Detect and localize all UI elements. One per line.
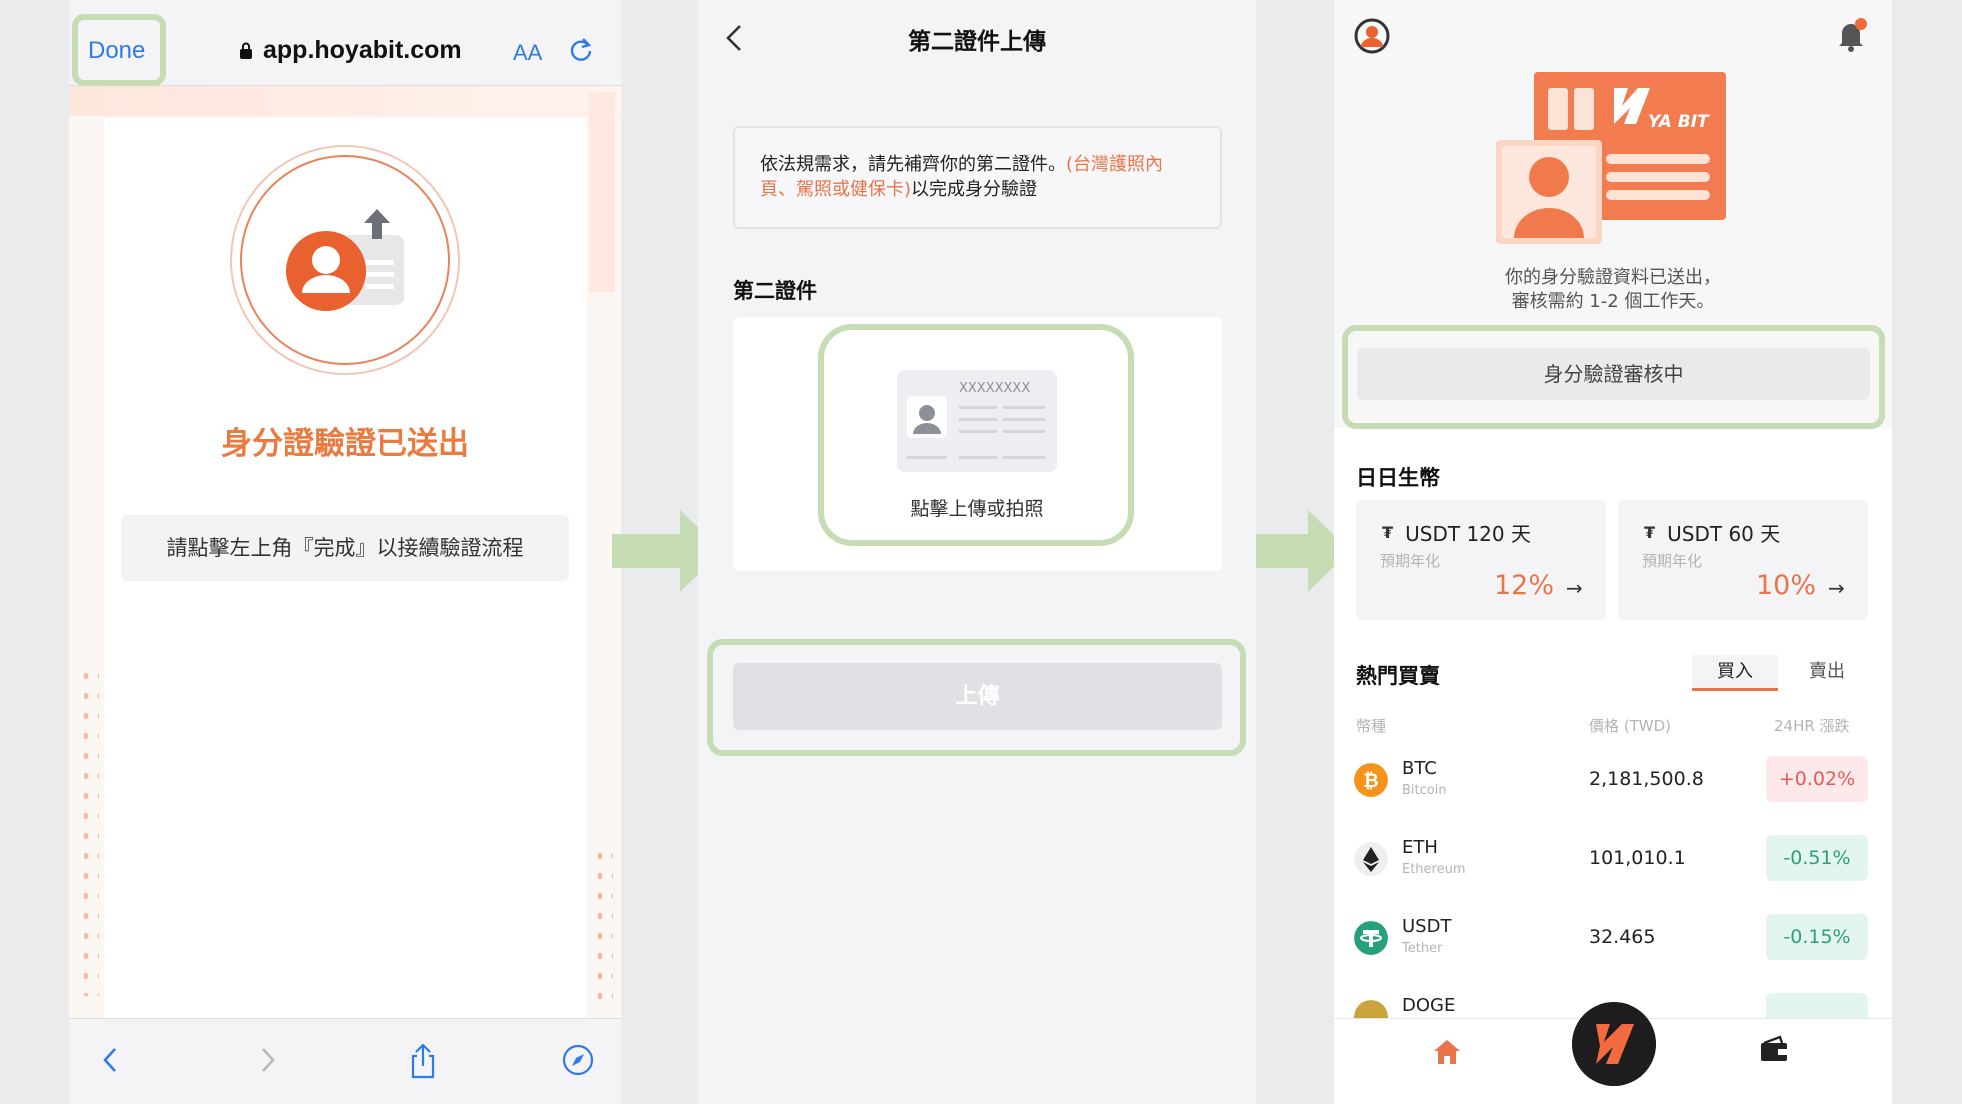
daily-earn-label: 日日生幣 <box>1356 466 1440 490</box>
page-title: 第二證件上傳 <box>908 29 1046 55</box>
forward-chevron-icon[interactable] <box>245 1037 291 1083</box>
text-size-button[interactable]: AA <box>513 40 542 66</box>
coin-name: Bitcoin <box>1402 783 1447 798</box>
compass-icon[interactable] <box>555 1037 601 1083</box>
share-icon[interactable] <box>400 1037 446 1083</box>
coin-price: 2,181,500.8 <box>1589 768 1704 790</box>
coin-symbol: BTC <box>1402 758 1437 779</box>
coin-name: Ethereum <box>1402 862 1466 877</box>
earn-rate: 12% <box>1494 570 1555 601</box>
decorative-dots <box>79 666 99 996</box>
done-button[interactable]: Done <box>88 37 145 65</box>
decorative-dots <box>593 846 613 1006</box>
url-text: app.hoyabit.com <box>263 36 462 64</box>
tab-buy[interactable]: 買入 <box>1692 655 1778 691</box>
earn-subtitle: 預期年化 <box>1642 552 1703 570</box>
earn-card[interactable]: ₮ USDT 120 天 預期年化 12% → <box>1356 500 1606 620</box>
coin-name: Tether <box>1402 941 1443 956</box>
coin-price: 101,010.1 <box>1589 847 1686 869</box>
browser-top-bar: Done app.hoyabit.com AA <box>69 0 621 86</box>
submitted-message: 你的身分驗證資料已送出， 審核需約 1-2 個工作天。 <box>1334 266 1892 314</box>
notice-text: 依法規需求，請先補齊你的第二證件。 <box>760 154 1066 175</box>
home-icon[interactable] <box>1432 1037 1462 1067</box>
coin-price: 32.465 <box>1589 926 1656 948</box>
address-bar[interactable]: app.hoyabit.com <box>239 36 462 65</box>
earn-name: USDT 120 天 <box>1405 522 1531 546</box>
section-label: 第二證件 <box>733 279 817 303</box>
upload-submit-button[interactable]: 上傳 <box>733 663 1222 730</box>
panel-browser-confirmation: Done app.hoyabit.com AA 身分證驗證已送出 請點擊左上角『… <box>69 0 621 1104</box>
coin-row[interactable]: ETH Ethereum 101,010.1 -0.51% <box>1334 829 1892 889</box>
decorative-band <box>69 86 621 116</box>
earn-subtitle: 預期年化 <box>1380 552 1441 570</box>
earn-title: ₮ USDT 60 天 <box>1644 518 1780 547</box>
upload-prompt[interactable]: 點擊上傳或拍照 <box>698 494 1256 521</box>
panel-app-home: YA BIT 你的身分驗證資料已送出， 審核需約 1-2 個工作天。 身分驗證審… <box>1334 0 1892 1104</box>
ethereum-icon <box>1354 842 1388 876</box>
tab-sell[interactable]: 賣出 <box>1784 655 1870 691</box>
arrow-right-icon: → <box>1828 576 1845 600</box>
arrow-right-icon: → <box>1566 576 1583 600</box>
notice-text: 以完成身分驗證 <box>911 179 1038 200</box>
panel-second-id-upload: 第二證件上傳 依法規需求，請先補齊你的第二證件。(台灣護照內頁、駕照或健保卡)以… <box>698 0 1256 1104</box>
column-header: 幣種 <box>1356 717 1387 735</box>
earn-name: USDT 60 天 <box>1667 522 1781 546</box>
change-badge <box>1766 993 1868 1018</box>
brand-logo-fab-icon[interactable] <box>1572 1002 1656 1086</box>
change-badge: -0.15% <box>1766 914 1868 960</box>
coin-symbol: DOGE <box>1402 995 1456 1016</box>
card-placeholder: XXXXXXXX <box>959 381 1030 396</box>
browser-bottom-toolbar <box>69 1018 621 1104</box>
brand-text: YA BIT <box>1648 112 1710 132</box>
confirmation-title: 身分證驗證已送出 <box>221 426 469 462</box>
coin-symbol: ETH <box>1402 837 1438 858</box>
lock-icon <box>240 42 252 59</box>
wallet-icon[interactable] <box>1758 1033 1790 1065</box>
coin-row[interactable]: USDT Tether 32.465 -0.15% <box>1334 908 1892 968</box>
id-upload-illustration-icon <box>286 209 404 311</box>
compliance-notice: 依法規需求，請先補齊你的第二證件。(台灣護照內頁、駕照或健保卡)以完成身分驗證 <box>733 126 1222 229</box>
reload-icon[interactable] <box>567 36 595 64</box>
coin-row[interactable]: ₿ BTC Bitcoin 2,181,500.8 +0.02% <box>1334 750 1892 810</box>
column-header: 價格 (TWD) <box>1589 717 1672 735</box>
bitcoin-icon: ₿ <box>1354 763 1388 797</box>
verification-status-button[interactable]: 身分驗證審核中 <box>1357 348 1870 400</box>
back-chevron-icon[interactable] <box>87 1037 133 1083</box>
decorative-band <box>589 92 615 292</box>
column-header: 24HR 漲跌 <box>1774 717 1850 735</box>
confirmation-hint: 請點擊左上角『完成』以接續驗證流程 <box>121 515 569 581</box>
change-badge: -0.51% <box>1766 835 1868 881</box>
earn-rate: 10% <box>1756 570 1817 601</box>
message-line: 你的身分驗證資料已送出， <box>1505 267 1721 288</box>
profile-avatar-icon[interactable] <box>1354 18 1390 54</box>
earn-card[interactable]: ₮ USDT 60 天 預期年化 10% → <box>1618 500 1868 620</box>
svg-text:₿: ₿ <box>1363 770 1378 792</box>
tether-coin-icon <box>1354 921 1388 955</box>
earn-title: ₮ USDT 120 天 <box>1382 518 1531 547</box>
dogecoin-icon <box>1354 1000 1388 1018</box>
hot-trading-label: 熱門買賣 <box>1356 664 1440 688</box>
notification-bell-icon[interactable] <box>1832 16 1870 54</box>
change-badge: +0.02% <box>1766 756 1868 802</box>
id-card-icon[interactable]: XXXXXXXX <box>897 370 1057 472</box>
id-card-illustration-icon: YA BIT <box>1496 72 1726 244</box>
tether-icon: ₮ <box>1382 523 1394 542</box>
coin-symbol: USDT <box>1402 916 1452 937</box>
tether-icon: ₮ <box>1644 523 1656 542</box>
message-line: 審核需約 1-2 個工作天。 <box>1511 291 1715 312</box>
